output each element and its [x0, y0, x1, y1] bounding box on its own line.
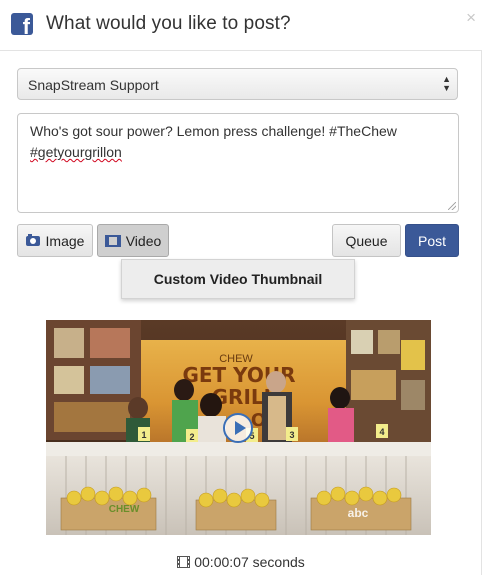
video-duration-text: 00:00:07 seconds	[194, 554, 305, 570]
contestant-number-4: 4	[379, 427, 384, 437]
post-text-input[interactable]: Who's got sour power? Lemon press challe…	[17, 113, 459, 213]
post-text-line-2: #getyourgrillon	[30, 144, 122, 160]
video-button-label: Video	[125, 232, 162, 249]
queue-button[interactable]: Queue	[332, 224, 401, 257]
dialog-title: What would you like to post?	[46, 13, 291, 34]
film-icon	[104, 234, 121, 247]
chew-watermark: CHEW	[109, 504, 140, 515]
contestant-number-2: 2	[189, 432, 194, 442]
up-down-arrows-icon: ▲ ▼	[442, 74, 451, 93]
custom-video-thumbnail-option[interactable]: Custom Video Thumbnail	[121, 259, 355, 299]
contestant-number-1: 1	[141, 430, 146, 440]
network-watermark: abc	[348, 506, 369, 520]
queue-button-label: Queue	[345, 232, 388, 249]
play-icon[interactable]	[223, 413, 253, 443]
video-duration: 00:00:07 seconds	[0, 554, 482, 570]
video-button[interactable]: Video	[97, 224, 169, 257]
post-button[interactable]: Post	[405, 224, 459, 257]
resize-handle[interactable]	[448, 202, 456, 210]
film-strip-icon	[177, 556, 191, 568]
account-select[interactable]: SnapStream Support ▲ ▼	[17, 68, 458, 100]
account-select-value: SnapStream Support	[28, 77, 159, 93]
post-text-content: Who's got sour power? Lemon press challe…	[30, 121, 446, 163]
contestant-number-3: 3	[289, 430, 294, 440]
dialog-header: f What would you like to post? ×	[0, 0, 482, 51]
custom-video-thumbnail-label: Custom Video Thumbnail	[153, 271, 323, 287]
camera-icon	[25, 233, 40, 246]
image-button-label: Image	[45, 232, 85, 249]
post-button-label: Post	[417, 232, 446, 249]
close-icon[interactable]: ×	[466, 8, 476, 28]
post-text-line-1: Who's got sour power? Lemon press challe…	[30, 123, 397, 139]
image-button[interactable]: Image	[17, 224, 93, 257]
facebook-logo-icon: f	[11, 13, 33, 35]
